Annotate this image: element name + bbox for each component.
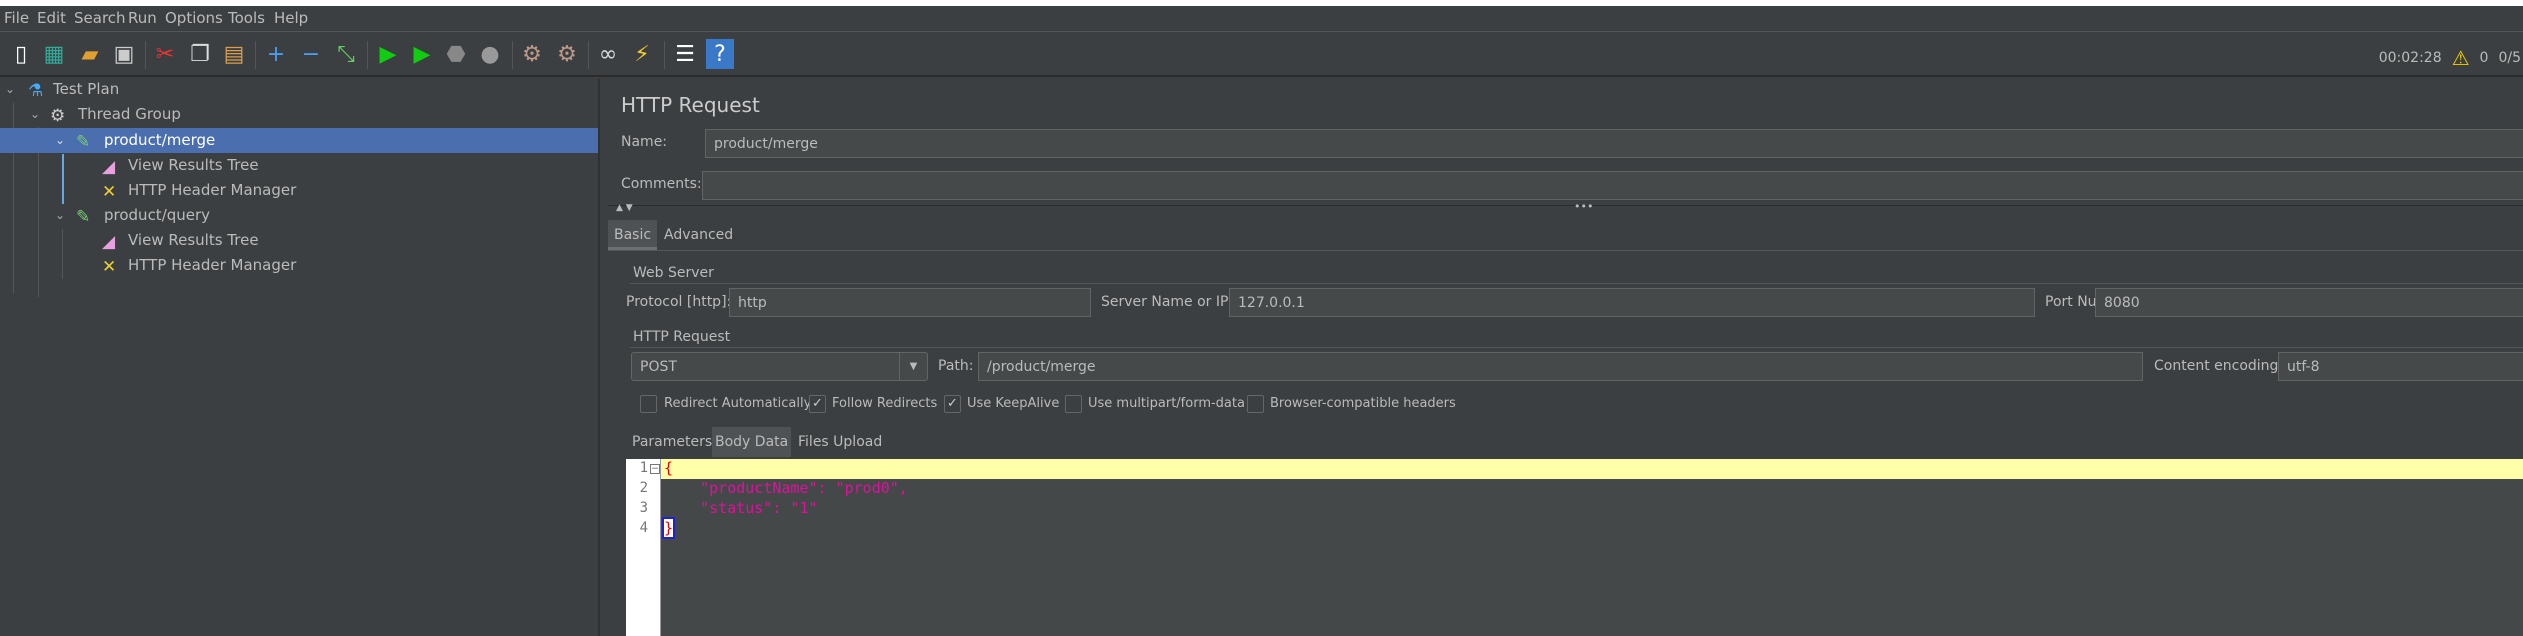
server-name-input[interactable]: 127.0.0.1 xyxy=(1229,288,2035,317)
split-arrows-icon[interactable]: ▲ ▼ xyxy=(616,203,633,213)
use-keepalive-checkbox[interactable]: ✓ xyxy=(944,395,961,413)
warning-icon[interactable]: ⚠ xyxy=(2452,46,2470,70)
web-server-legend: Web Server xyxy=(630,265,717,281)
copy-icon[interactable]: ❐ xyxy=(186,39,214,69)
name-label: Name: xyxy=(621,134,668,150)
new-icon[interactable]: ▯ xyxy=(7,39,35,69)
port-input[interactable]: 8080 xyxy=(2095,288,2523,317)
tab-files-upload[interactable]: Files Upload xyxy=(795,427,885,457)
tree-item-test-plan[interactable]: ⌄ ⚗ Test Plan xyxy=(0,77,598,102)
open-icon[interactable]: ▰ xyxy=(76,39,104,69)
code-line: "productName": "prod0", xyxy=(664,479,908,497)
help-icon[interactable]: ? xyxy=(706,39,734,69)
chart-icon: ◢ xyxy=(102,157,116,177)
method-select[interactable]: POST ▼ xyxy=(631,352,928,381)
test-plan-tree: ⌄ ⚗ Test Plan ⌄ ⚙ Thread Group ⌄ ✎ product/mer… xyxy=(0,79,600,636)
page-title: HTTP Request xyxy=(621,93,760,117)
line-number: 4 xyxy=(639,520,648,536)
function-helper-icon[interactable]: ☰ xyxy=(671,39,699,69)
body-data-editor[interactable]: 1 2 3 4 − { "productName": "prod0", "sta… xyxy=(626,459,2523,636)
templates-icon[interactable]: ▦ xyxy=(40,39,68,69)
clear-icon[interactable]: ⚙ xyxy=(518,39,546,69)
pipette-icon: ✎ xyxy=(76,132,91,152)
collapse-icon[interactable]: − xyxy=(297,39,325,69)
reset-search-icon[interactable]: ⚡ xyxy=(628,39,656,69)
flask-icon: ⚗ xyxy=(28,81,44,101)
comments-label: Comments: xyxy=(621,176,702,192)
tab-advanced[interactable]: Advanced xyxy=(658,220,739,250)
tree-item-http-header-manager[interactable]: ✕ HTTP Header Manager xyxy=(0,178,598,203)
http-request-legend: HTTP Request xyxy=(630,329,734,345)
checkbox-label: Redirect Automatically xyxy=(664,396,812,411)
clear-all-icon[interactable]: ⚙ xyxy=(553,39,581,69)
toggle-icon[interactable]: ⤡ xyxy=(332,39,360,69)
elapsed-time: 00:02:28 xyxy=(2378,50,2442,66)
stop-icon[interactable]: ⬣ xyxy=(442,39,470,69)
line-number: 2 xyxy=(639,480,648,496)
toolbar: ▯ ▦ ▰ ▣ ✂ ❐ ▤ + − ⤡ ▶ ▶ ⬣ ● ⚙ ⚙ ∞ ⚡ ☰ ? xyxy=(0,33,2523,77)
path-input[interactable]: /product/merge xyxy=(978,352,2143,381)
menu-help[interactable]: Help xyxy=(274,9,308,27)
start-icon[interactable]: ▶ xyxy=(374,39,402,69)
protocol-input[interactable]: http xyxy=(729,288,1091,317)
comments-input[interactable] xyxy=(702,171,2523,200)
tree-item-view-results-tree[interactable]: ◢ View Results Tree xyxy=(0,228,598,253)
tree-item-thread-group[interactable]: ⌄ ⚙ Thread Group xyxy=(0,102,598,127)
tree-item-http-header-manager[interactable]: ✕ HTTP Header Manager xyxy=(0,253,598,278)
menu-bar: File Edit Search Run Options Tools Help xyxy=(0,6,2523,32)
server-name-label: Server Name or IP: xyxy=(1101,294,1234,310)
tab-basic[interactable]: Basic xyxy=(608,220,658,250)
checkbox-label: Use KeepAlive xyxy=(967,396,1060,411)
gear-icon: ⚙ xyxy=(50,106,66,126)
content-encoding-label: Content encoding: xyxy=(2154,358,2284,374)
save-icon[interactable]: ▣ xyxy=(110,39,138,69)
method-value: POST xyxy=(640,358,677,375)
checkbox-label: Follow Redirects xyxy=(832,396,938,411)
menu-run[interactable]: Run xyxy=(128,9,157,27)
cut-icon[interactable]: ✂ xyxy=(151,39,179,69)
shutdown-icon[interactable]: ● xyxy=(476,39,504,69)
content-encoding-input[interactable]: utf-8 xyxy=(2278,352,2523,381)
chevron-down-icon[interactable]: ▼ xyxy=(899,353,927,380)
thread-count: 0/5 xyxy=(2498,50,2521,66)
tools-icon: ✕ xyxy=(102,257,117,277)
browser-compatible-headers-checkbox[interactable] xyxy=(1247,395,1264,413)
menu-options[interactable]: Options xyxy=(165,9,223,27)
tab-body-data[interactable]: Body Data xyxy=(712,427,792,457)
tree-item-product-query[interactable]: ⌄ ✎ product/query xyxy=(0,203,598,228)
use-multipart-checkbox[interactable] xyxy=(1065,395,1082,413)
redirect-automatically-checkbox[interactable] xyxy=(640,395,657,413)
start-no-pauses-icon[interactable]: ▶ xyxy=(408,39,436,69)
checkbox-label: Browser-compatible headers xyxy=(1270,396,1456,411)
menu-search[interactable]: Search xyxy=(74,9,126,27)
expand-icon[interactable]: + xyxy=(262,39,290,69)
line-number-gutter: 1 2 3 4 − xyxy=(626,459,661,636)
tree-item-view-results-tree[interactable]: ◢ View Results Tree xyxy=(0,153,598,178)
current-line-highlight xyxy=(661,459,2523,479)
code-line: } xyxy=(661,517,676,539)
path-label: Path: xyxy=(938,358,974,374)
search-icon[interactable]: ∞ xyxy=(594,39,622,69)
status-area: 00:02:28 ⚠ 0 0/5 xyxy=(2379,46,2523,70)
follow-redirects-checkbox[interactable]: ✓ xyxy=(809,395,826,413)
error-count: 0 xyxy=(2479,50,2489,66)
menu-tools[interactable]: Tools xyxy=(228,9,265,27)
line-number: 3 xyxy=(639,500,648,516)
tab-parameters[interactable]: Parameters xyxy=(630,427,714,457)
tools-icon: ✕ xyxy=(102,182,117,202)
fold-icon[interactable]: − xyxy=(650,464,660,474)
drag-handle-icon[interactable]: ••• xyxy=(1574,200,1593,213)
chart-icon: ◢ xyxy=(102,232,116,252)
pipette-icon: ✎ xyxy=(76,207,91,227)
name-input[interactable]: product/merge xyxy=(705,129,2523,158)
code-line: { xyxy=(664,459,674,477)
checkbox-label: Use multipart/form-data xyxy=(1088,396,1245,411)
paste-icon[interactable]: ▤ xyxy=(220,39,248,69)
code-line: "status": "1" xyxy=(664,499,818,517)
tree-item-product-merge[interactable]: ⌄ ✎ product/merge xyxy=(0,128,598,153)
protocol-label: Protocol [http]: xyxy=(626,294,732,310)
menu-file[interactable]: File xyxy=(4,9,29,27)
line-number: 1 xyxy=(639,460,648,476)
menu-edit[interactable]: Edit xyxy=(37,9,66,27)
